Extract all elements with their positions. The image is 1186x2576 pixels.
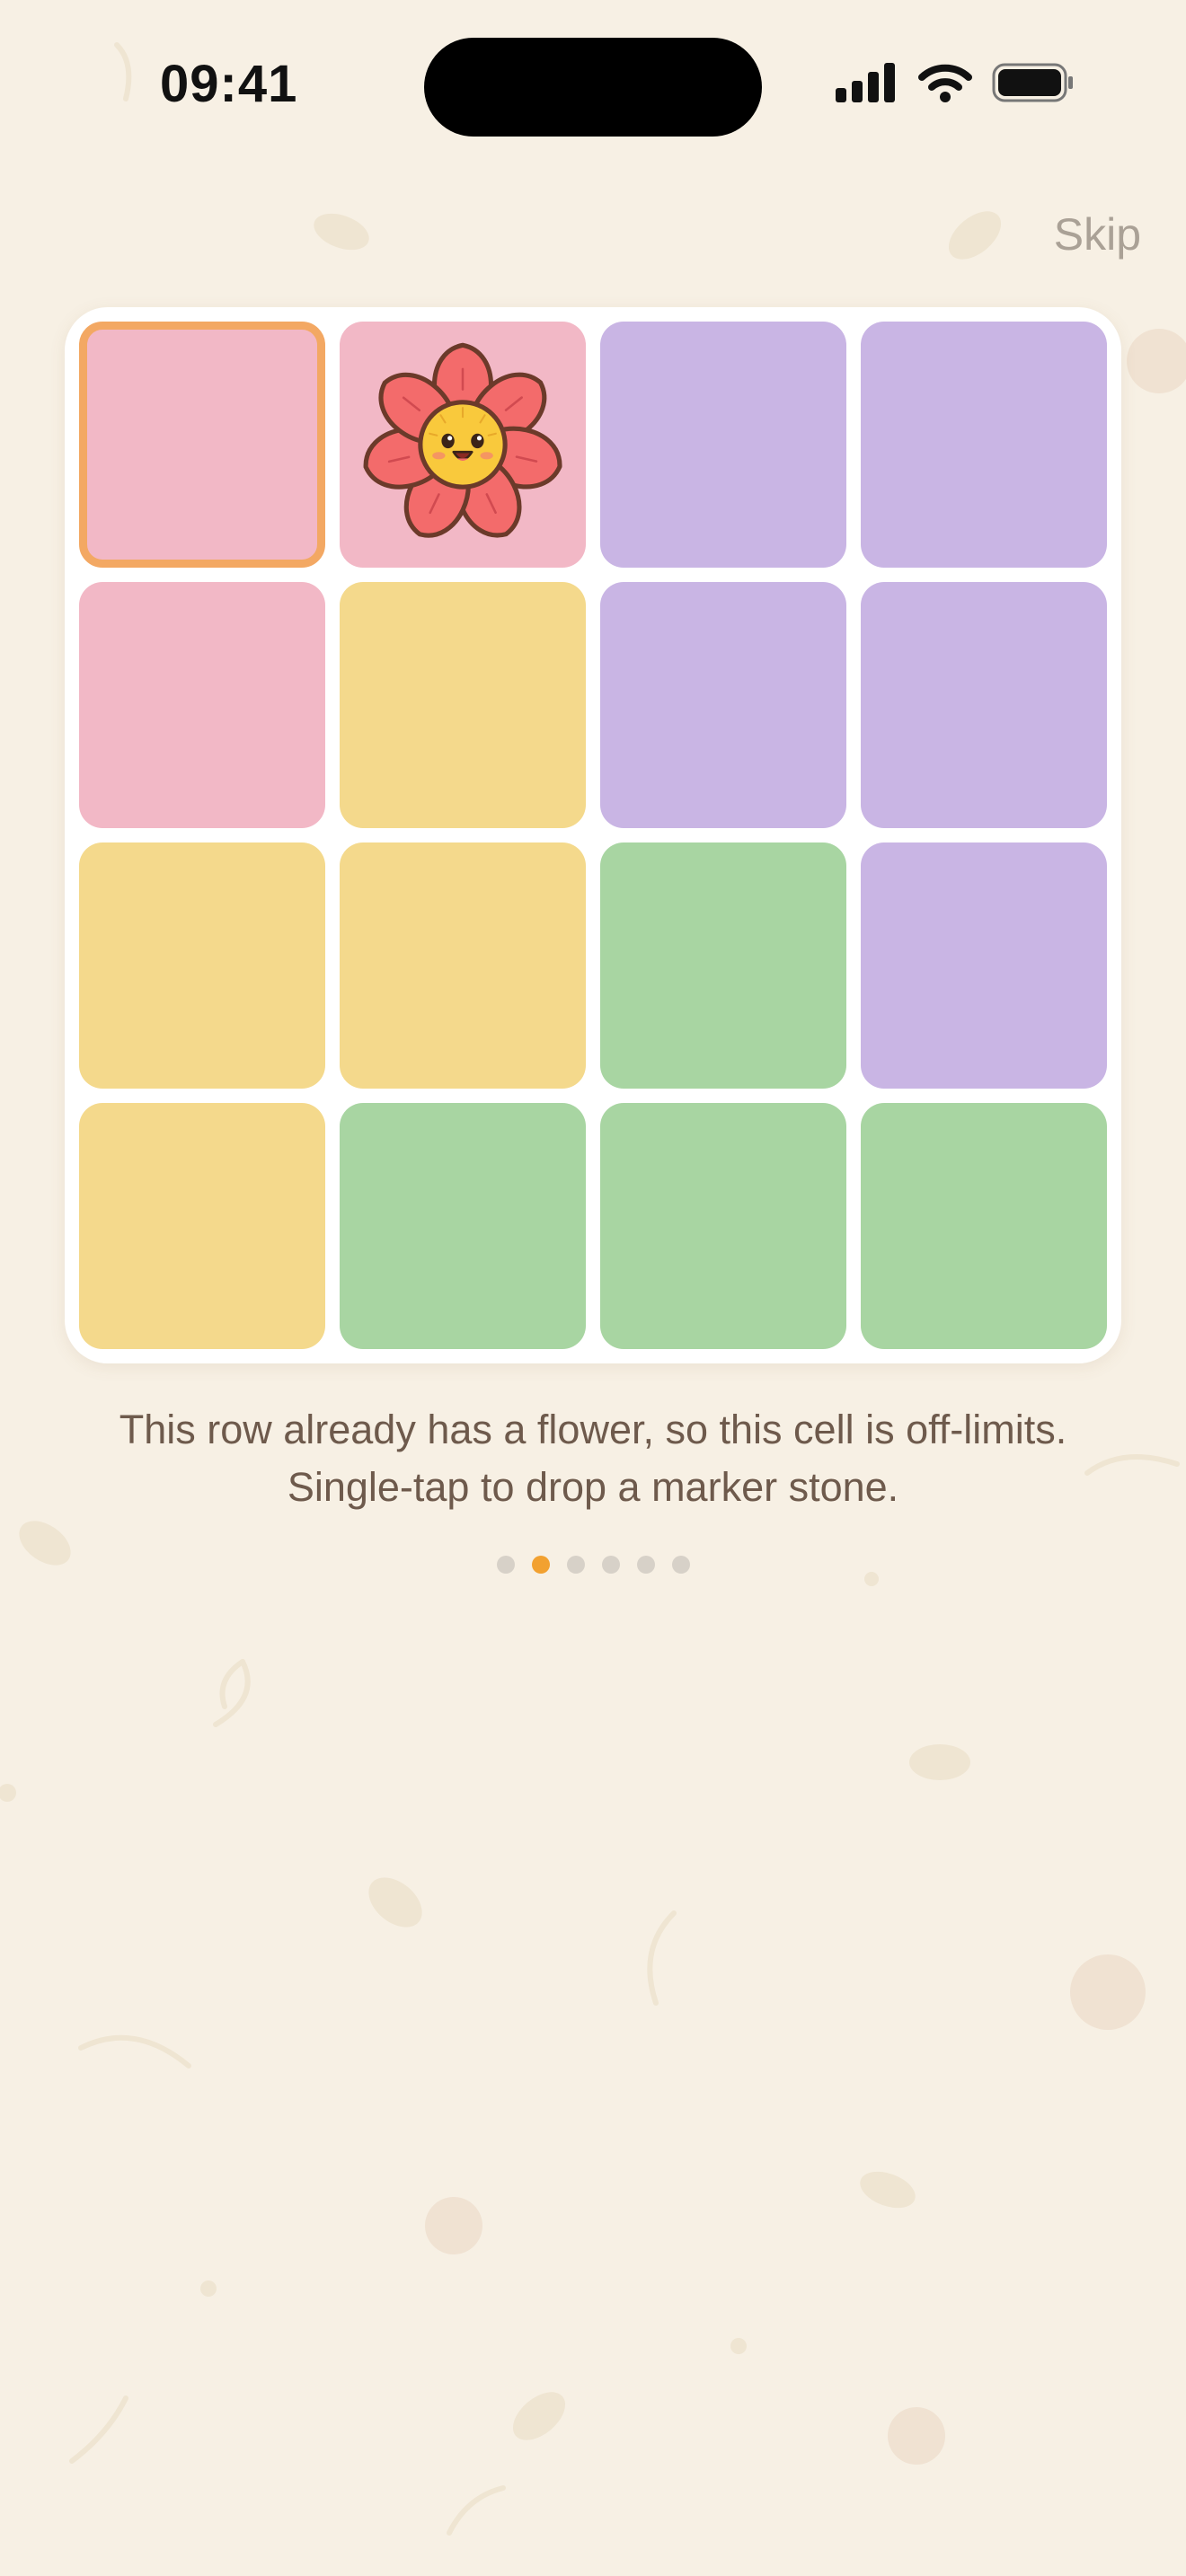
- hint-text: This row already has a flower, so this c…: [0, 1401, 1186, 1516]
- hint-line-2: Single-tap to drop a marker stone.: [287, 1464, 899, 1510]
- board-cell[interactable]: [600, 322, 846, 568]
- page-dot-active: [531, 1556, 550, 1574]
- page-indicator: [0, 1556, 1186, 1574]
- board-cell[interactable]: [340, 1103, 586, 1349]
- board-cell[interactable]: [79, 322, 325, 568]
- status-icons: [836, 63, 1075, 102]
- cellular-signal-icon: [836, 63, 895, 102]
- page-dot: [566, 1556, 585, 1574]
- board-cell[interactable]: [600, 1103, 846, 1349]
- board-cell[interactable]: [340, 582, 586, 828]
- battery-icon: [992, 63, 1073, 102]
- board-cell[interactable]: [861, 582, 1107, 828]
- page-dot: [636, 1556, 655, 1574]
- page-dot: [496, 1556, 515, 1574]
- flower-icon: [363, 342, 562, 538]
- board-cell[interactable]: [600, 842, 846, 1089]
- board-cell[interactable]: [340, 322, 586, 568]
- puzzle-board: [65, 307, 1121, 1363]
- page-dot: [671, 1556, 690, 1574]
- board-cell[interactable]: [79, 582, 325, 828]
- board-cell[interactable]: [79, 842, 325, 1089]
- skip-button[interactable]: Skip: [1054, 208, 1141, 260]
- board-cell[interactable]: [340, 842, 586, 1089]
- board-cell[interactable]: [861, 842, 1107, 1089]
- board-cell[interactable]: [79, 1103, 325, 1349]
- dynamic-island: [424, 38, 762, 137]
- status-time: 09:41: [160, 55, 298, 113]
- page-dot: [601, 1556, 620, 1574]
- hint-line-1: This row already has a flower, so this c…: [119, 1407, 1067, 1452]
- status-bar: 09:41: [0, 0, 1186, 171]
- board-cell[interactable]: [600, 582, 846, 828]
- board-cell[interactable]: [861, 322, 1107, 568]
- board-cell[interactable]: [861, 1103, 1107, 1349]
- wifi-icon: [918, 64, 972, 102]
